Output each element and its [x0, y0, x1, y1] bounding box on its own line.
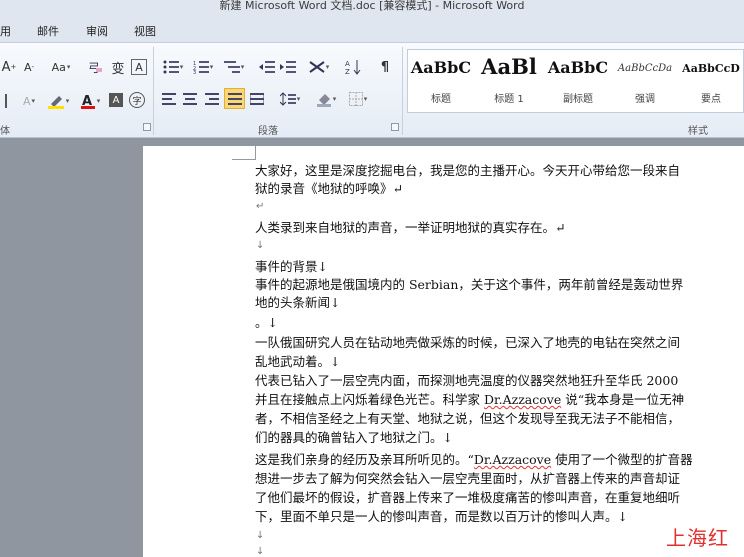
font-dialog-launcher[interactable] — [143, 123, 151, 131]
chinese-layout-button[interactable]: ▾ — [305, 57, 333, 77]
doc-line: 地的头条新闻↓ — [255, 295, 341, 310]
group-separator — [402, 47, 403, 135]
svg-text:Z: Z — [345, 68, 350, 75]
shrink-font-button[interactable]: A- — [20, 57, 38, 77]
paragraph-mark: ↓ — [256, 530, 265, 541]
doc-line: 事件的起源地是俄国境内的 Serbian，关于这个事件，两年前曾经是轰动世界 — [255, 277, 684, 292]
change-case-button[interactable]: Aa ▾ — [48, 57, 74, 77]
highlight-button[interactable]: ▾ — [43, 91, 73, 111]
doc-line: 下，里面不单只是一人的惨叫声音，而是数以百万计的惨叫人声。↓ — [255, 509, 628, 524]
multilevel-list-button[interactable]: ▾ — [221, 57, 247, 77]
align-right-icon[interactable] — [203, 89, 221, 109]
ribbon: A + A- Aa ▾ 弓 变 A A ▾ ▾ A ▾ A 字 体 ▾ 1 2 3 ▾ ▾ ▾… — [0, 42, 744, 138]
increase-indent-icon[interactable] — [279, 57, 297, 77]
shading-button[interactable]: ▾ — [312, 89, 340, 109]
margin-corner-mark — [232, 146, 256, 160]
group-separator — [153, 47, 154, 135]
doc-line: 这是我们亲身的经历及亲耳所听见的。“Dr.Azzacove 使用了一个微型的扩音… — [255, 452, 693, 467]
doc-line: 们的器具的确曾钻入了地狱之门。↓ — [255, 430, 453, 445]
watermark: 上海红网 — [666, 526, 729, 557]
decrease-indent-icon[interactable] — [258, 57, 276, 77]
borders-button[interactable]: ▾ — [344, 89, 372, 109]
doc-line: 代表已钻入了一层空壳内面，而探测地壳温度的仪器突然地狂升至华氏 2000 — [255, 373, 679, 388]
title-bar: 新建 Microsoft Word 文档.doc [兼容模式] - Micros… — [0, 0, 744, 14]
sort-icon[interactable]: AZ — [344, 57, 362, 77]
paragraph-group-label: 段落 — [258, 126, 278, 137]
doc-line: 了他们最坏的假设，扩音器上传来了一堆极度痛苦的惨叫声音，在重复地细听 — [255, 490, 681, 505]
enclose-characters-button[interactable]: 字 — [129, 92, 145, 108]
font-color-button[interactable]: A ▾ — [76, 91, 104, 111]
doc-line: 乱地武动着。↓ — [255, 354, 341, 369]
clear-format-icon[interactable]: 弓 — [86, 57, 104, 77]
svg-text:A: A — [345, 60, 350, 68]
tab-references[interactable]: 用 — [0, 23, 11, 39]
distributed-icon[interactable] — [248, 89, 266, 109]
tab-mailings[interactable]: 邮件 — [37, 23, 59, 39]
scientist-name: Dr.Azzacove — [484, 392, 562, 407]
line-spacing-button[interactable]: ▾ — [277, 89, 303, 109]
show-marks-icon[interactable]: ¶ — [377, 57, 393, 77]
grow-font-button[interactable]: A + — [0, 57, 18, 77]
text-effect-icon[interactable] — [2, 91, 10, 111]
character-border-button[interactable]: A — [131, 59, 147, 75]
paragraph-dialog-launcher[interactable] — [391, 123, 399, 131]
doc-line: 者，不相信圣经之上有天堂、地狱之说，但这个发现导至我无法子不能相信， — [255, 411, 681, 426]
justify-icon[interactable] — [224, 88, 245, 109]
character-shading-button[interactable]: A — [109, 93, 123, 107]
font-group-label: 体 — [0, 126, 10, 137]
style-subtitle[interactable]: AaBbC 副标题 — [544, 50, 612, 114]
style-title[interactable]: AaBbC 标题 — [408, 50, 474, 114]
style-heading-1[interactable]: AaBl 标题 1 — [474, 50, 544, 114]
doc-line: 大家好，这里是深度挖掘电台，我是您的主播开心。今天开心带给您一段来自 — [255, 163, 681, 178]
align-center-icon[interactable] — [181, 89, 199, 109]
scientist-name: Dr.Azzacove — [473, 452, 552, 467]
phonetic-guide-button[interactable]: 变 — [108, 57, 128, 77]
tab-review[interactable]: 审阅 — [86, 23, 108, 39]
doc-line: 狱的录音《地狱的呼唤》↵ — [255, 181, 403, 196]
doc-line: 想进一步去了解为何突然会钻入一层空壳里面时，从扩音器上传来的声音却证 — [255, 471, 681, 486]
tab-view[interactable]: 视图 — [134, 23, 156, 39]
numbering-button[interactable]: 1 2 3 ▾ — [190, 57, 216, 77]
styles-group-label: 样式 — [688, 126, 708, 137]
styles-gallery: AaBbC 标题 AaBl 标题 1 AaBbC 副标题 AaBbCcDa 强调… — [407, 49, 744, 113]
paragraph-mark: ↓ — [256, 240, 265, 251]
doc-line: 事件的背景↓ — [255, 259, 328, 274]
bullets-button[interactable]: ▾ — [160, 57, 186, 77]
ribbon-tabs: 用 邮件 审阅 视图 — [0, 14, 744, 42]
paragraph-mark: ↵ — [256, 201, 265, 212]
doc-line: 并且在接触点上闪烁着绿色光芒。科学家 Dr.Azzacove 说“我本身是一位无… — [255, 392, 685, 407]
paragraph-mark: ↓ — [256, 546, 265, 557]
svg-text:3: 3 — [193, 70, 196, 74]
style-strong[interactable]: AaBbCcD 要点 — [678, 50, 744, 114]
doc-line: 一队俄国研究人员在钻动地壳做采炼的时候，已深入了地壳的电钻在突然之间 — [255, 335, 681, 350]
doc-line: 人类录到来自地狱的声音，一举证明地狱的真实存在。↵ — [255, 220, 566, 235]
style-emphasis[interactable]: AaBbCcDa 强调 — [612, 50, 678, 114]
doc-line: 。↓ — [255, 315, 278, 330]
align-left-icon[interactable] — [160, 89, 178, 109]
text-effects-button[interactable]: A ▾ — [16, 91, 42, 111]
window-title: 新建 Microsoft Word 文档.doc [兼容模式] - Micros… — [219, 0, 525, 12]
